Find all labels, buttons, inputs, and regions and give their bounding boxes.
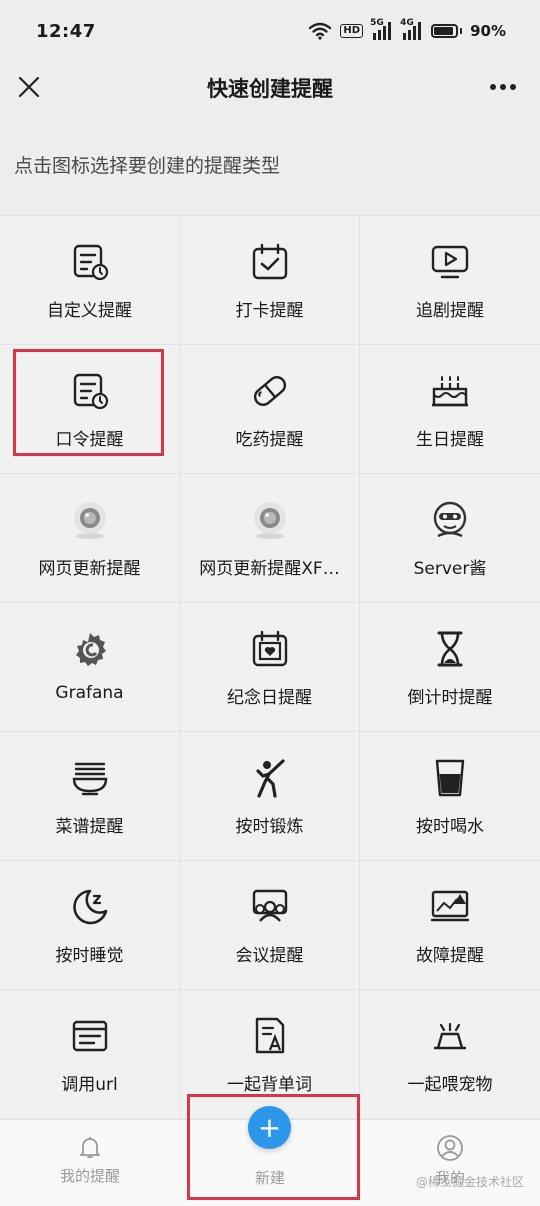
create-fab-button[interactable]: + [248, 1106, 291, 1149]
reminder-type-label: 纪念日提醒 [227, 688, 312, 708]
reminder-type-label: 调用url [61, 1075, 118, 1095]
noodle-bowl-icon [70, 758, 110, 798]
reminder-type-label: 网页更新提醒XF… [199, 559, 340, 579]
reminder-type-sleep[interactable]: 按时睡觉 [0, 861, 179, 989]
reminder-type-passcode[interactable]: 口令提醒 [0, 345, 179, 473]
reminder-type-label: 追剧提醒 [416, 301, 484, 321]
reminder-type-label: 菜谱提醒 [55, 817, 124, 837]
reminder-type-label: 口令提醒 [55, 430, 124, 450]
more-dots-icon [490, 84, 516, 90]
reminder-type-label: 按时睡觉 [55, 946, 124, 966]
reminder-type-anniversary[interactable]: 纪念日提醒 [180, 603, 359, 731]
browser-window-icon [70, 1016, 110, 1056]
status-time: 12:47 [36, 20, 96, 42]
tab-label: 我的提醒 [59, 1167, 120, 1185]
reminder-type-recipe[interactable]: 菜谱提醒 [0, 732, 179, 860]
calendar-check-icon [250, 242, 290, 282]
webcam-icon [250, 500, 290, 540]
grafana-logo-icon [70, 629, 110, 669]
reminder-type-label: 会议提醒 [235, 946, 304, 966]
document-letter-icon [250, 1016, 290, 1056]
watermark-text: @稀土掘金技术社区 [415, 1175, 524, 1189]
watermark: @稀土掘金技术社区 [416, 1173, 524, 1190]
reminder-type-web-update-xf[interactable]: 网页更新提醒XF… [180, 474, 359, 602]
reminder-type-grid: 自定义提醒 打卡提醒 追剧提醒 口令提醒 吃药提醒 生日提醒 网页更新提醒 网页… [0, 215, 540, 1118]
pet-bowl-icon [430, 1016, 470, 1056]
calendar-clock-icon [70, 242, 110, 282]
reminder-type-custom[interactable]: 自定义提醒 [0, 216, 179, 344]
reminder-type-label: 故障提醒 [416, 946, 484, 966]
reminder-type-drink-water[interactable]: 按时喝水 [360, 732, 540, 860]
wifi-icon [309, 22, 332, 40]
reminder-type-label: 自定义提醒 [47, 301, 132, 321]
tv-play-icon [430, 242, 470, 282]
bell-icon [80, 1137, 100, 1158]
status-icons: HD 5G 4G 90% [308, 18, 506, 40]
monitor-alert-icon [430, 887, 470, 927]
calendar-heart-icon [250, 629, 290, 669]
reminder-type-countdown[interactable]: 倒计时提醒 [360, 603, 540, 731]
reminder-type-label: 打卡提醒 [235, 301, 304, 321]
birthday-cake-icon [430, 371, 470, 411]
tab-label: 新建 [254, 1169, 285, 1187]
nav-bar: 快速创建提醒 [0, 62, 540, 114]
close-button[interactable] [16, 74, 42, 100]
reminder-type-meeting[interactable]: 会议提醒 [180, 861, 359, 989]
reminder-type-exercise[interactable]: 按时锻炼 [180, 732, 359, 860]
reminder-type-label: 倒计时提醒 [407, 688, 493, 708]
moon-sleep-icon [70, 887, 110, 927]
status-bar: 12:47 HD 5G 4G 90% [0, 0, 540, 62]
tab-me[interactable]: 我的 [360, 1120, 540, 1206]
exercise-person-icon [250, 758, 290, 798]
reminder-type-grafana[interactable]: Grafana [0, 603, 179, 731]
instruction-text: 点击图标选择要创建的提醒类型 [14, 155, 281, 177]
reminder-type-call-url[interactable]: 调用url [0, 990, 179, 1118]
reminder-type-birthday[interactable]: 生日提醒 [360, 345, 540, 473]
signal-4g-icon: 4G [400, 18, 423, 40]
reminder-type-medicine[interactable]: 吃药提醒 [180, 345, 359, 473]
battery-icon [431, 24, 463, 38]
reminder-type-checkin[interactable]: 打卡提醒 [180, 216, 359, 344]
server-avatar-icon [430, 500, 470, 540]
battery-percent: 90% [470, 22, 506, 40]
more-button[interactable] [486, 74, 520, 100]
reminder-type-label: 按时喝水 [416, 817, 484, 837]
reminder-type-tv-show[interactable]: 追剧提醒 [360, 216, 540, 344]
reminder-type-fault[interactable]: 故障提醒 [360, 861, 540, 989]
page-title: 快速创建提醒 [207, 77, 333, 101]
signal-5g-icon: 5G [370, 18, 393, 40]
reminder-type-web-update[interactable]: 网页更新提醒 [0, 474, 179, 602]
user-icon [437, 1135, 463, 1161]
reminder-type-vocabulary[interactable]: 一起背单词 [180, 990, 359, 1118]
reminder-type-pet-feeding[interactable]: 一起喂宠物 [360, 990, 540, 1118]
webcam-icon [70, 500, 110, 540]
hourglass-icon [430, 629, 470, 669]
calendar-clock-icon [70, 371, 110, 411]
hd-badge: HD [340, 24, 364, 38]
plus-icon: + [257, 1110, 282, 1144]
close-icon [18, 76, 40, 98]
reminder-type-label: 吃药提醒 [235, 430, 304, 450]
tab-my-reminders[interactable]: 我的提醒 [0, 1120, 180, 1206]
water-glass-icon [430, 758, 470, 798]
reminder-type-label: Server酱 [413, 559, 487, 579]
reminder-type-label: 一起喂宠物 [407, 1075, 493, 1095]
reminder-type-label: Grafana [55, 683, 124, 703]
reminder-type-label: 网页更新提醒 [38, 559, 141, 579]
reminder-type-label: 一起背单词 [227, 1075, 312, 1095]
reminder-type-label: 按时锻炼 [235, 817, 304, 837]
meeting-people-icon [250, 887, 290, 927]
reminder-type-server-chan[interactable]: Server酱 [360, 474, 540, 602]
pill-icon [250, 371, 290, 411]
reminder-type-label: 生日提醒 [416, 430, 484, 450]
